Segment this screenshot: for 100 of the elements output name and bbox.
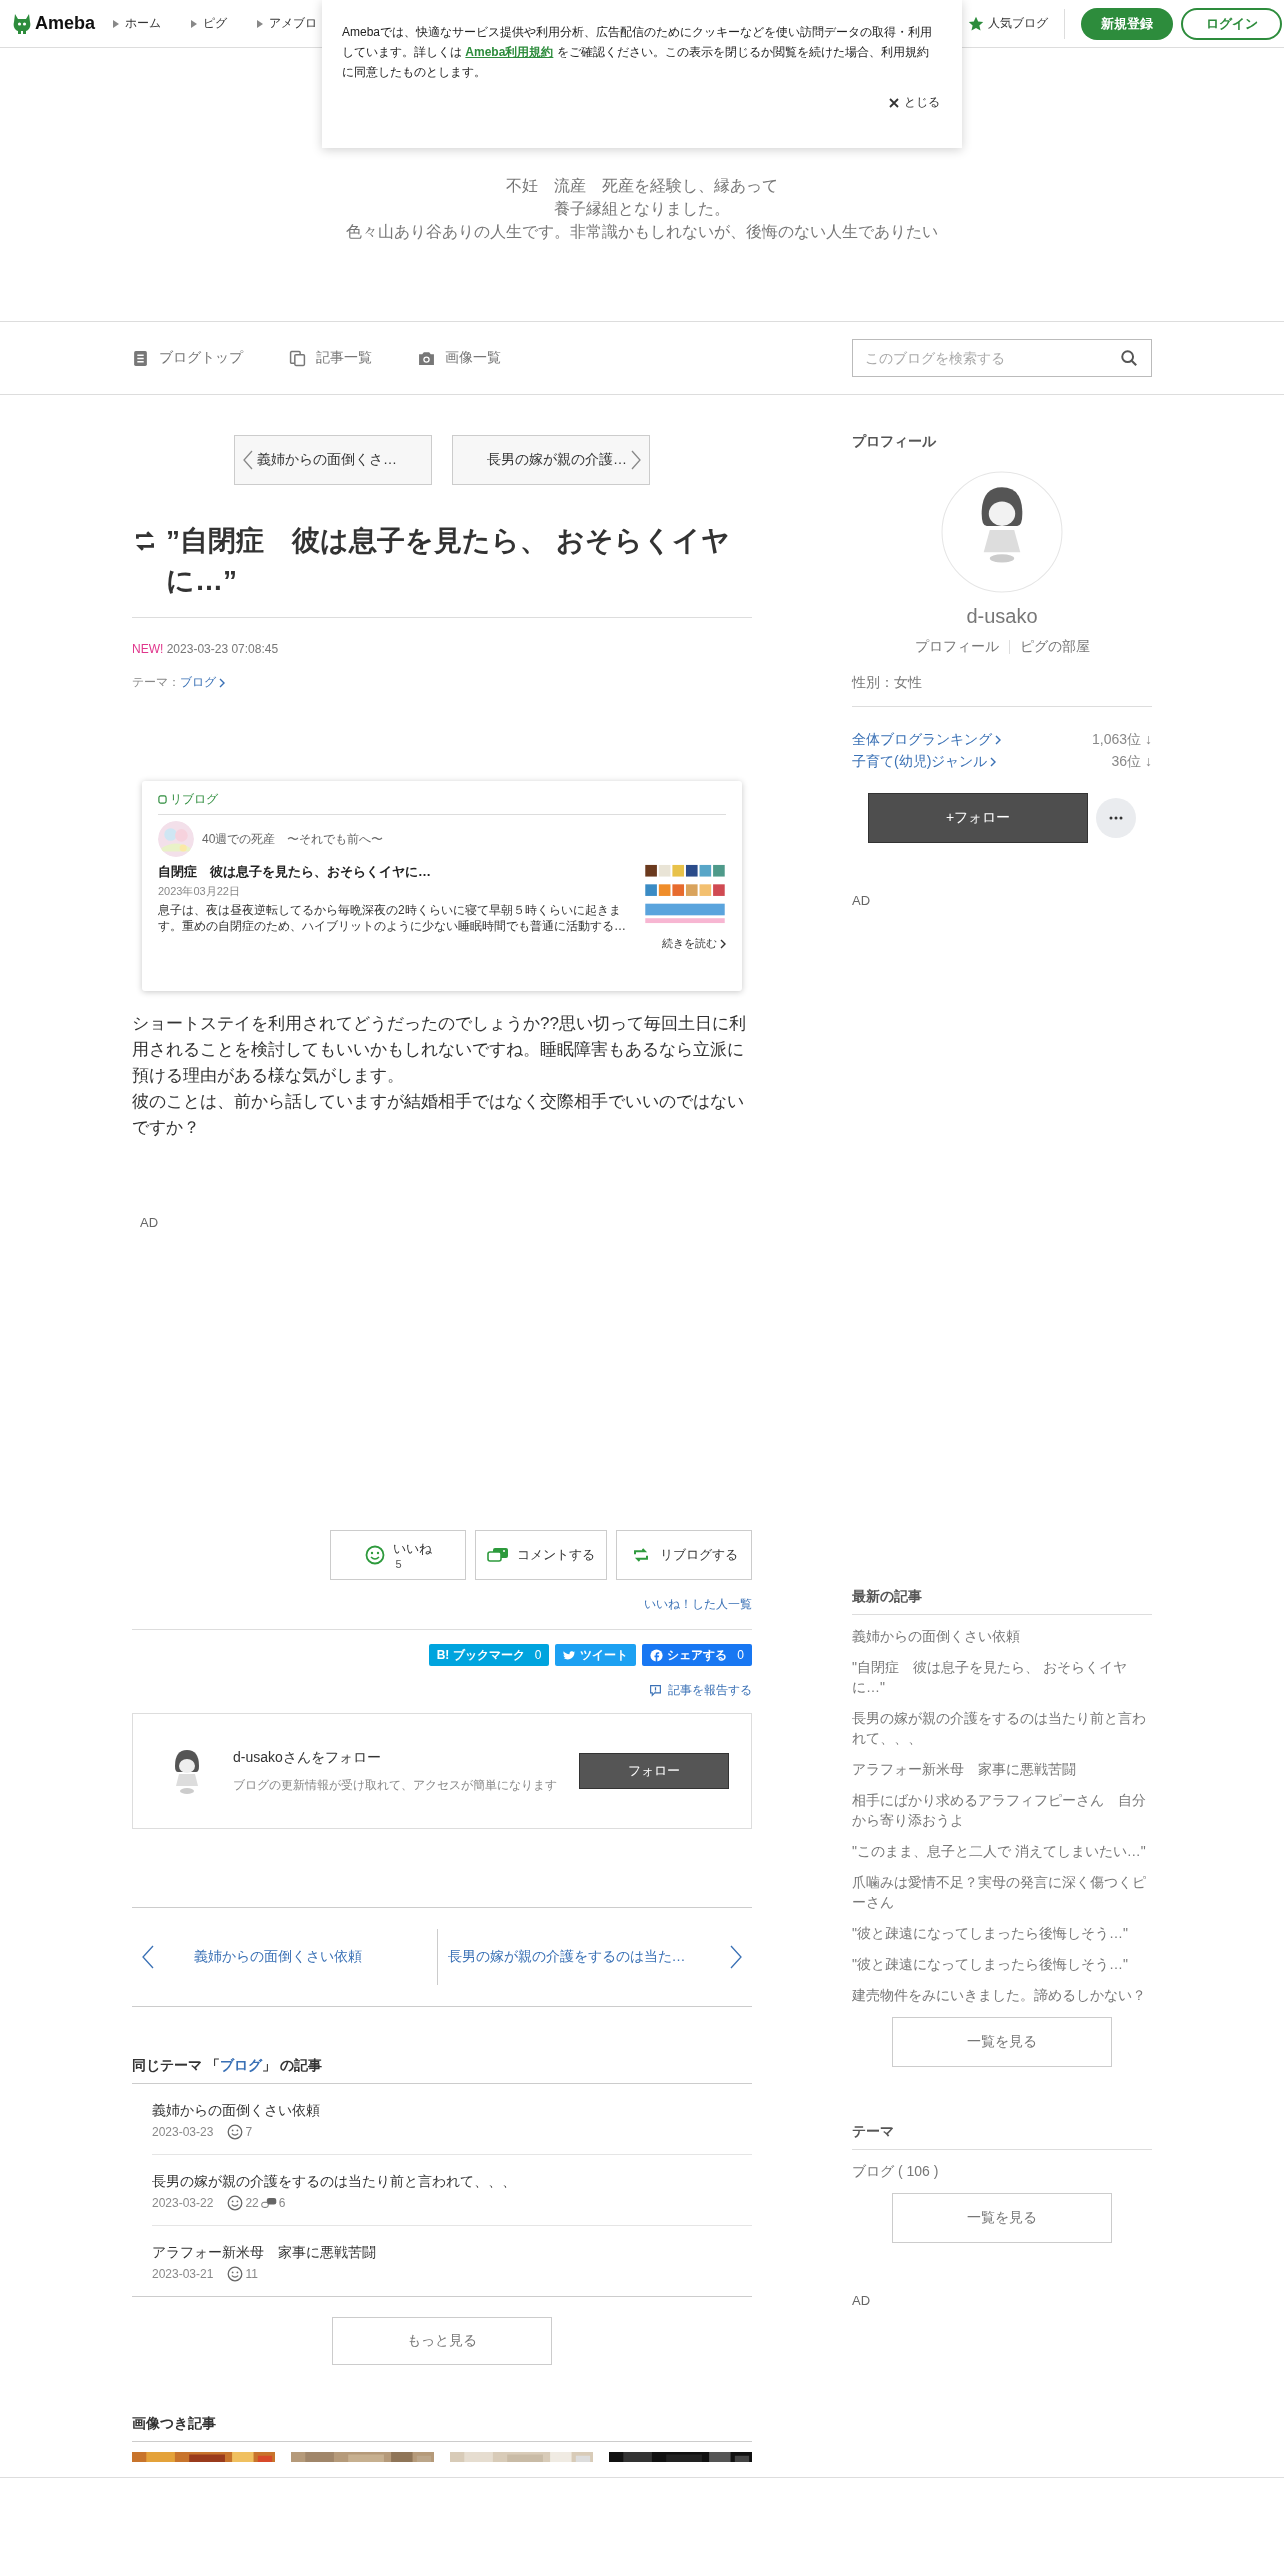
more-options-button[interactable] <box>1096 798 1136 838</box>
reblog-title: 自閉症 彼は息子を見たら、おそらくイヤに… <box>158 863 432 881</box>
star-icon <box>968 15 984 32</box>
reblog-card[interactable]: リブログ 40週での死産 〜それでも前へ〜 自閉症 彼は息子を見たら、おそらくイヤに… 2023年03月22日 息子は、夜は昼夜逆転してるから毎晩深夜の2時くらいに寝て早朝５時くらいに起きます。重めの自閉症のため、ハイブリットのように少ない睡眠時間でも普通に活動する… 続きを読む <box>142 781 742 991</box>
square-icon <box>158 795 167 804</box>
share-button[interactable]: シェアする 0 <box>642 1644 752 1666</box>
popular-blog-link[interactable]: 人気ブログ <box>968 15 1048 32</box>
more-button[interactable]: もっと見る <box>332 2317 552 2365</box>
post-date: 2023-03-23 07:08:45 <box>166 642 279 656</box>
like-button[interactable]: いいね 5 <box>330 1530 466 1580</box>
article-link[interactable]: 義姉からの面倒くさい依頼 <box>152 2102 752 2120</box>
chevron-left-icon <box>142 1945 154 1969</box>
chevron-right-icon <box>995 735 1001 745</box>
next-post-link[interactable]: 長男の嫁が親の介護をするのは当た… <box>437 1929 752 1985</box>
article-title: ”自閉症 彼は息子を見たら、 おそらくイヤに…” <box>166 524 731 598</box>
latest-post-link[interactable]: "自閉症 彼は息子を見たら、 おそらくイヤに…" <box>852 1657 1152 1697</box>
theme-link[interactable]: ブログ <box>219 2057 262 2073</box>
close-icon <box>889 97 899 108</box>
reblog-label: リブログ <box>170 791 218 808</box>
previous-post-link[interactable]: 義姉からの面倒くさい依頼 <box>132 1929 438 1985</box>
article-date: 2023-03-23 <box>152 2125 214 2139</box>
smiley-icon <box>227 2195 244 2211</box>
comment-button[interactable]: コメントする <box>475 1530 607 1580</box>
ameba-logo[interactable]: Ameba <box>12 11 96 36</box>
camera-icon <box>418 349 435 367</box>
blog-description-line: 色々山あり谷ありの人生です。非常識かもしれないが、後悔のない人生でありたい <box>345 222 939 242</box>
comment-icon <box>260 2195 277 2211</box>
follow-title: d-usakoさんをフォロー <box>233 1748 382 1767</box>
close-button[interactable]: とじる <box>889 94 940 111</box>
latest-post-link[interactable]: 爪噛みは愛情不足？実母の発言に深く傷つくピーさん <box>852 1872 1152 1912</box>
chevron-right-icon <box>990 757 997 767</box>
article-date: 2023-03-21 <box>152 2267 214 2281</box>
article-link[interactable]: 長男の嫁が親の介護をするのは当たり前と言われて、、、 <box>152 2173 752 2191</box>
ad-label: AD <box>139 1215 160 1230</box>
search-field[interactable]: このブログを検索する <box>852 339 1152 377</box>
profile-link[interactable]: プロフィール <box>914 638 999 656</box>
view-list-button[interactable]: 一覧を見る <box>892 2017 1112 2067</box>
bird-icon <box>563 1648 577 1662</box>
view-list-button[interactable]: 一覧を見る <box>892 2193 1112 2243</box>
share-button[interactable]: B! ブックマーク 0 <box>428 1644 550 1666</box>
profile-gender: 性別：女性 <box>852 674 923 692</box>
ranking-link[interactable]: 子育て(幼児)ジャンル <box>852 753 997 771</box>
like-count: 11 <box>245 2267 258 2281</box>
theme-label: テーマ： <box>132 675 180 689</box>
login-button[interactable]: ログイン <box>1181 7 1282 40</box>
ranking-value: 1,063位 ↓ <box>1092 731 1152 749</box>
comment-icon <box>487 1546 509 1564</box>
avatar-icon[interactable] <box>941 471 1063 593</box>
profile-name[interactable]: d-usako <box>852 605 1152 628</box>
latest-post-link[interactable]: 相手にばかり求めるアラフィフピーさん 自分から寄り添おうよ <box>852 1790 1152 1830</box>
latest-post-link[interactable]: "彼と疎遠になってしまったら後悔しそう…" <box>852 1954 1152 1974</box>
blog-description-line: 不妊 流産 死産を経験し、縁あって <box>505 176 779 196</box>
read-more-link[interactable]: 続きを読む <box>662 936 726 951</box>
signup-button[interactable]: 新規登録 <box>1081 7 1173 40</box>
blog-nav-link[interactable]: 記事一覧 <box>289 349 372 367</box>
follow-description: ブログの更新情報が受け取れて、アクセスが簡単になります <box>233 1776 558 1794</box>
header-nav-link[interactable]: ピグ <box>191 15 228 32</box>
reblog-date: 2023年03月22日 <box>158 884 241 899</box>
reblog-button[interactable]: リブログする <box>616 1530 752 1580</box>
theme-list-link[interactable]: ブログ ( 106 ) <box>852 2161 1152 2181</box>
report-icon <box>649 1684 662 1697</box>
latest-post-link[interactable]: 長男の嫁が親の介護をするのは当たり前と言われて、、、 <box>852 1708 1152 1748</box>
header-nav-link[interactable]: アメブロ <box>257 15 318 32</box>
pages-icon <box>289 349 306 367</box>
article-link[interactable]: アラフォー新米母 家事に悪戦苦闘 <box>152 2244 752 2262</box>
blog-nav-link[interactable]: 画像一覧 <box>418 349 501 367</box>
reblog-excerpt: 息子は、夜は昼夜逆転してるから毎晩深夜の2時くらいに寝て早朝５時くらいに起きます。重めの自閉症のため、ハイブリットのように少ない睡眠時間でも普通に活動する… <box>158 902 627 934</box>
ranking-link[interactable]: 全体ブログランキング <box>852 731 1001 749</box>
chevron-right-icon <box>720 938 726 949</box>
header-nav-link[interactable]: ホーム <box>113 15 162 32</box>
latest-post-link[interactable]: 建売物件をみにいきました。諦めるしかない？ <box>852 1985 1152 2005</box>
terms-link[interactable]: Ameba利用規約 <box>465 45 554 59</box>
report-link[interactable]: 記事を報告する <box>649 1682 752 1699</box>
profile-heading: プロフィール <box>852 433 937 451</box>
latest-post-link[interactable]: "このまま、息子と二人で 消えてしまいたい…" <box>852 1841 1152 1861</box>
latest-post-link[interactable]: アラフォー新米母 家事に悪戦苦闘 <box>852 1759 1152 1779</box>
new-label: NEW! <box>132 642 164 656</box>
article-pager-button[interactable]: 義姉からの面倒くさ… <box>234 435 432 485</box>
theme-heading: テーマ <box>852 2123 1152 2150</box>
cookie-notice-text: Amebaでは、快適なサービス提供や利用分析、広告配信のためにクッキーなどを使い訪問データの取得・利用しています。詳しくは Ameba利用規約 をご確認ください。この表示を閉じるか閲覧を続けた場合、利用規約に同意したものとします。 <box>342 25 933 79</box>
share-button[interactable]: ツイート <box>555 1644 637 1666</box>
follow-button[interactable]: フォロー <box>579 1753 729 1789</box>
article-paragraph: 彼のことは、前から話していますが結婚相手ではなく交際相手でいいのではないですか？ <box>132 1091 745 1139</box>
comment-count: 6 <box>278 2196 286 2210</box>
latest-post-link[interactable]: 義姉からの面倒くさい依頼 <box>852 1626 1152 1646</box>
latest-post-link[interactable]: "彼と疎遠になってしまったら後悔しそう…" <box>852 1923 1152 1943</box>
caret-icon <box>191 19 198 28</box>
chevron-right-icon <box>730 1945 742 1969</box>
search-icon[interactable] <box>1120 349 1138 367</box>
article-pager-button[interactable]: 長男の嫁が親の介護… <box>452 435 650 485</box>
same-theme-heading: 同じテーマ 「ブログ」 の記事 <box>132 2057 752 2084</box>
dots-icon <box>1109 816 1123 820</box>
smiley-icon <box>364 1545 385 1565</box>
theme-link[interactable]: ブログ <box>180 674 225 691</box>
image-articles-heading: 画像つき記事 <box>132 2415 752 2442</box>
follow-button[interactable]: +フォロー <box>868 793 1088 843</box>
likers-link[interactable]: いいね！した人一覧 <box>644 1596 752 1613</box>
profile-link[interactable]: ピグの部屋 <box>1019 638 1090 656</box>
blog-nav-link[interactable]: ブログトップ <box>132 349 243 367</box>
smiley-icon <box>227 2124 244 2140</box>
